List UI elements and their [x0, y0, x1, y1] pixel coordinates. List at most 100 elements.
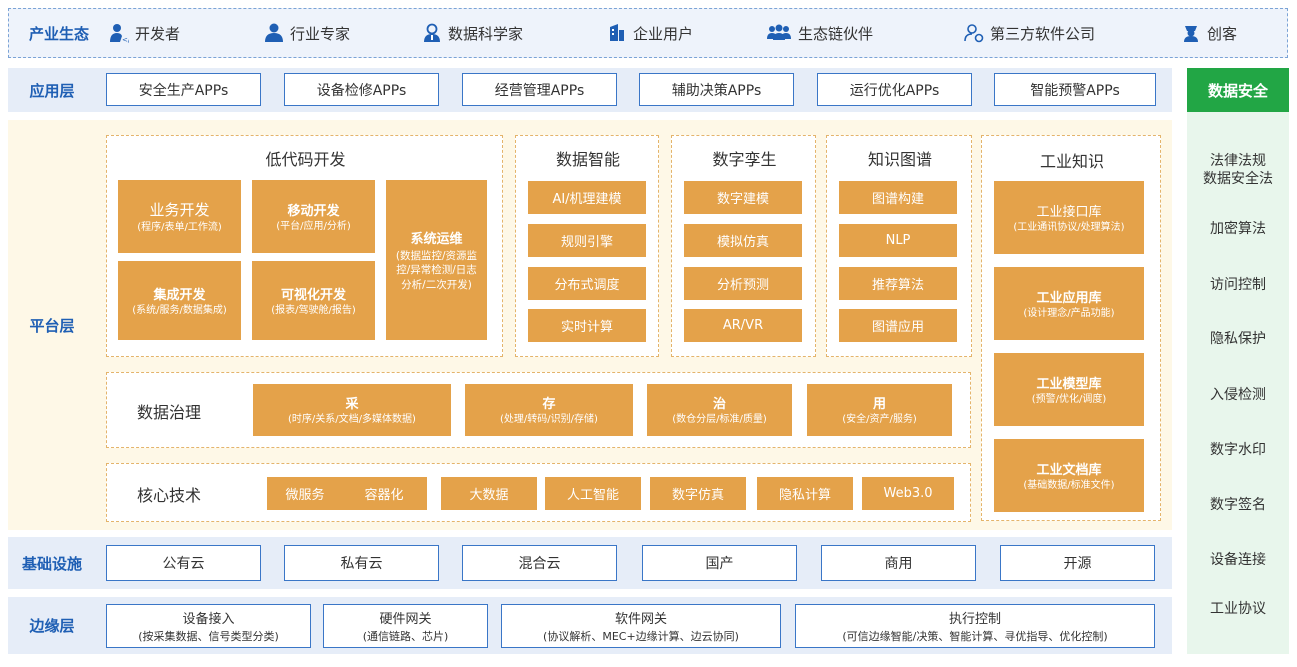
lowcode-block: 可视化开发 (报表/驾驶舱/报告): [252, 261, 375, 340]
intelligence-item: AI/机理建模: [528, 181, 646, 214]
infra-box: 公有云: [106, 545, 261, 581]
intelligence-item: 规则引擎: [528, 224, 646, 257]
item-title: 工业接口库: [1036, 204, 1102, 220]
block-sub: (系统/服务/数据集成): [132, 304, 227, 316]
item-sub: (设计理念/产品功能): [1023, 307, 1115, 319]
twin-item: 模拟仿真: [684, 224, 802, 257]
governance-item: 存 (处理/转码/识别/存储): [465, 384, 633, 436]
edge-sub: (按采集数据、信号类型分类): [138, 630, 279, 643]
item-title: 存: [542, 397, 556, 413]
block-title: 移动开发: [287, 203, 340, 219]
eco-item-third-party: 第三方软件公司: [964, 9, 1095, 57]
twin-item: AR/VR: [684, 309, 802, 342]
twin-item: 数字建模: [684, 181, 802, 214]
platform-row: 平台层 低代码开发 业务开发 (程序/表单/工作流) 移动开发 (平台/应用/分…: [8, 120, 1172, 530]
edge-sub: (协议解析、MEC+边缘计算、边云协同): [543, 630, 739, 643]
security-item: 工业协议: [1210, 601, 1266, 617]
enterprise-icon: [607, 23, 627, 43]
scientist-icon: [422, 23, 442, 43]
eco-item-label: 数据科学家: [448, 24, 524, 43]
infrastructure-row: 基础设施 公有云 私有云 混合云 国产 商用 开源: [8, 537, 1172, 589]
edge-title: 执行控制: [948, 612, 1001, 627]
core-tech-item: 大数据: [441, 477, 537, 510]
item-sub: (时序/关系/文档/多媒体数据): [288, 414, 416, 426]
security-item: 设备连接: [1210, 552, 1266, 568]
lowcode-section: 低代码开发 业务开发 (程序/表单/工作流) 移动开发 (平台/应用/分析) 系…: [106, 135, 503, 357]
maker-icon: [1181, 23, 1201, 43]
edge-box: 硬件网关 (通信链路、芯片): [323, 604, 488, 648]
section-title: 数据智能: [555, 150, 620, 169]
edge-sub: (可信边缘智能/决策、智能计算、寻优指导、优化控制): [842, 630, 1108, 643]
eco-item-label: 企业用户: [633, 24, 694, 43]
security-item: 访问控制: [1210, 277, 1266, 293]
data-intelligence-section: 数据智能 AI/机理建模 规则引擎 分布式调度 实时计算: [515, 135, 659, 357]
intelligence-item: 实时计算: [528, 309, 646, 342]
eco-item-maker: 创客: [1181, 9, 1237, 57]
digital-twin-section: 数字孪生 数字建模 模拟仿真 分析预测 AR/VR: [671, 135, 816, 357]
knowledge-item: 工业文档库 (基础数据/标准文件): [994, 439, 1144, 512]
security-item: 数字水印: [1210, 442, 1266, 458]
app-box: 智能预警APPs: [994, 73, 1156, 106]
core-tech-section: 核心技术 微服务 容器化 大数据 人工智能 数字仿真 隐私计算 Web3.0: [106, 463, 971, 522]
core-tech-item: 人工智能: [545, 477, 641, 510]
block-title: 系统运维: [410, 232, 463, 248]
edge-row: 边缘层 设备接入 (按采集数据、信号类型分类) 硬件网关 (通信链路、芯片) 软…: [8, 597, 1172, 654]
ecosystem-label: 产业生态: [28, 24, 89, 43]
section-title: 数据治理: [136, 403, 201, 422]
edge-box: 软件网关 (协议解析、MEC+边缘计算、边云协同): [501, 604, 781, 648]
block-sub: (数据监控/资源监控/异常检测/日志分析/二次开发): [395, 250, 478, 291]
edge-label: 边缘层: [29, 617, 75, 635]
eco-item-label: 开发者: [135, 24, 181, 43]
lowcode-title: 低代码开发: [265, 150, 346, 169]
svg-text:</>: </>: [122, 36, 129, 43]
app-box: 安全生产APPs: [106, 73, 261, 106]
industrial-knowledge-section: 工业知识 工业接口库 (工业通讯协议/处理算法) 工业应用库 (设计理念/产品功…: [981, 135, 1161, 521]
twin-item: 分析预测: [684, 267, 802, 300]
item-sub: (安全/资产/服务): [842, 414, 917, 426]
graph-item: 图谱应用: [839, 309, 957, 342]
eco-item-scientist: 数据科学家: [422, 9, 523, 57]
governance-item: 用 (安全/资产/服务): [807, 384, 952, 436]
edge-title: 硬件网关: [379, 612, 432, 627]
item-sub: (工业通讯协议/处理算法): [1013, 221, 1125, 233]
item-sub: (预警/优化/调度): [1031, 393, 1107, 405]
eco-item-label: 生态链伙伴: [798, 24, 874, 43]
knowledge-item: 工业模型库 (预警/优化/调度): [994, 353, 1144, 426]
data-security-title: 数据安全: [1187, 68, 1289, 112]
knowledge-item: 工业接口库 (工业通讯协议/处理算法): [994, 181, 1144, 254]
edge-box: 执行控制 (可信边缘智能/决策、智能计算、寻优指导、优化控制): [795, 604, 1155, 648]
section-title: 知识图谱: [867, 150, 932, 169]
block-title: 集成开发: [153, 287, 206, 303]
block-title: 可视化开发: [280, 287, 346, 303]
section-title: 工业知识: [1039, 152, 1104, 171]
eco-item-label: 行业专家: [290, 24, 351, 43]
infra-box: 国产: [642, 545, 797, 581]
security-item: 法律法规 数据安全法: [1203, 153, 1273, 188]
block-sub: (报表/驾驶舱/报告): [271, 304, 356, 316]
edge-title: 软件网关: [614, 612, 667, 627]
knowledge-graph-section: 知识图谱 图谱构建 NLP 推荐算法 图谱应用: [826, 135, 972, 357]
eco-item-enterprise: 企业用户: [607, 9, 693, 57]
third-party-icon: [964, 23, 984, 43]
app-box: 设备检修APPs: [284, 73, 439, 106]
application-label: 应用层: [29, 81, 75, 100]
edge-title: 设备接入: [182, 612, 235, 627]
block-sub: (程序/表单/工作流): [137, 221, 222, 233]
core-tech-item: 数字仿真: [650, 477, 746, 510]
security-item: 数字签名: [1210, 497, 1266, 513]
core-tech-item: 容器化: [341, 477, 427, 510]
data-security-sidebar: 数据安全 法律法规 数据安全法 加密算法 访问控制 隐私保护 入侵检测 数字水印…: [1187, 68, 1289, 654]
item-title: 工业文档库: [1036, 462, 1102, 478]
item-title: 采: [345, 397, 359, 413]
item-sub: (数仓分层/标准/质量): [672, 414, 767, 426]
edge-sub: (通信链路、芯片): [362, 630, 449, 643]
block-title: 业务开发: [149, 200, 210, 219]
application-row: 应用层 安全生产APPs 设备检修APPs 经营管理APPs 辅助决策APPs …: [8, 68, 1172, 112]
governance-item: 采 (时序/关系/文档/多媒体数据): [253, 384, 451, 436]
core-tech-item: Web3.0: [862, 477, 954, 510]
graph-item: 图谱构建: [839, 181, 957, 214]
lowcode-block: 移动开发 (平台/应用/分析): [252, 180, 375, 253]
eco-item-developer: </> 开发者: [109, 9, 180, 57]
app-box: 经营管理APPs: [462, 73, 617, 106]
block-sub: (平台/应用/分析): [276, 220, 351, 232]
